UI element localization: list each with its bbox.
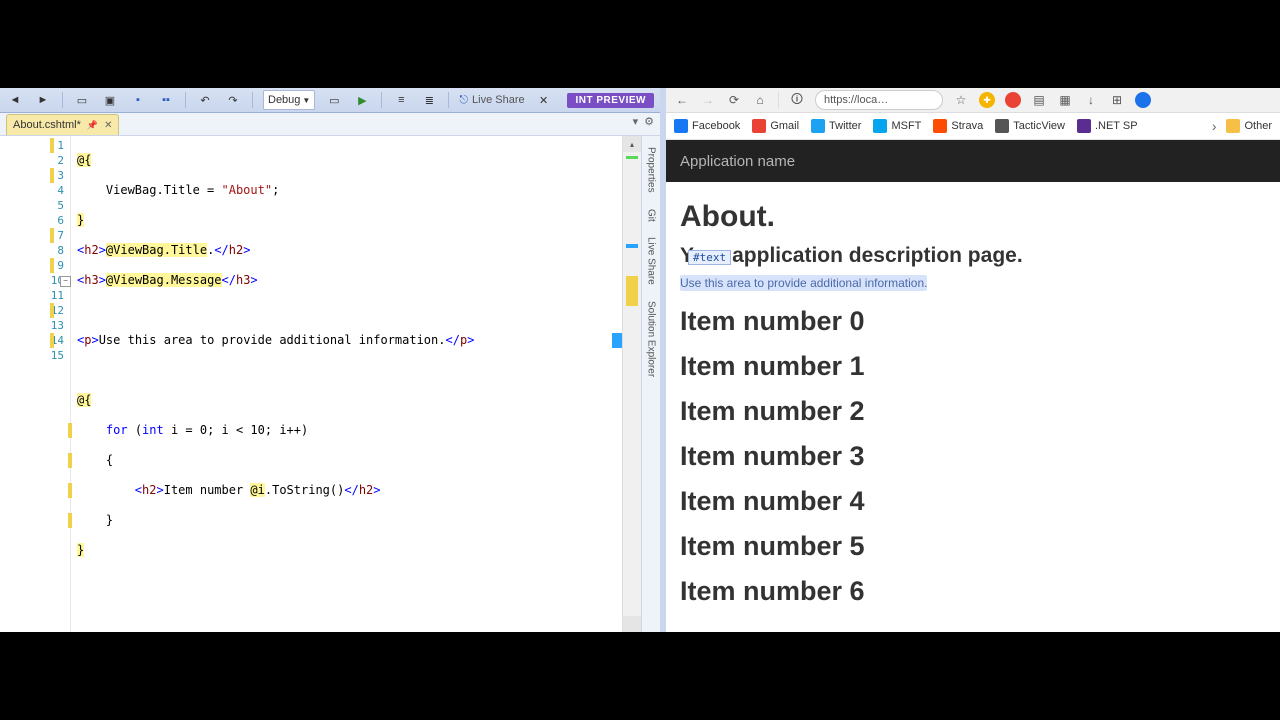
pin-icon[interactable]: 📌 <box>87 120 98 131</box>
run-icon[interactable]: ▶ <box>353 91 371 109</box>
item-heading-6: Item number 6 <box>680 576 1266 607</box>
ext-icon-4[interactable]: ▦ <box>1057 92 1073 108</box>
document-tab-about[interactable]: About.cshtml* 📌 ✕ <box>6 114 119 135</box>
nav-fwd-icon[interactable]: ► <box>34 91 52 109</box>
tab-filename: About.cshtml* <box>13 119 81 131</box>
bookmarks-overflow-icon[interactable]: › <box>1212 118 1217 134</box>
browser-back-icon[interactable]: ← <box>674 92 690 108</box>
fold-icon[interactable]: − <box>60 276 71 287</box>
bookmark-other-folder[interactable]: Other <box>1226 119 1272 133</box>
tab-overflow-icon[interactable]: ▾ <box>633 115 639 128</box>
undo-icon[interactable]: ↶ <box>196 91 214 109</box>
vs-editor-pane: ◄ ► ▭ ▣ ▪ ▪▪ ↶ ↷ Debug ▼ ▭ ▶ ≡ ≣ ⎋Live S… <box>0 88 660 632</box>
item-heading-0: Item number 0 <box>680 306 1266 337</box>
live-share-tab[interactable]: Live Share <box>644 230 659 292</box>
bookmark-tacticview[interactable]: TacticView <box>995 119 1065 133</box>
caret-indicator <box>612 333 622 348</box>
live-share-button[interactable]: ⎋Live Share <box>459 94 524 107</box>
open-icon[interactable]: ▣ <box>101 91 119 109</box>
bookmark-twitter[interactable]: Twitter <box>811 119 861 133</box>
platform-icon[interactable]: ▭ <box>325 91 343 109</box>
bookmarks-bar: Facebook Gmail Twitter MSFT Strava Tacti… <box>666 113 1280 140</box>
bookmark-facebook[interactable]: Facebook <box>674 119 740 133</box>
git-tab[interactable]: Git <box>644 202 659 229</box>
page-content: About. Your application description page… <box>666 182 1280 632</box>
editor-vertical-scrollbar[interactable]: ▴ <box>622 136 641 632</box>
browser-fwd-icon[interactable]: → <box>700 92 716 108</box>
folder-icon <box>1226 119 1240 133</box>
inspector-badge: #text <box>688 250 731 265</box>
highlighted-paragraph: Use this area to provide additional info… <box>680 275 927 291</box>
browser-preview-pane: ← → ⟳ ⌂ 🛈 https://loca… ☆ ✚ ▤ ▦ ↓ ⊞ Face… <box>666 88 1280 632</box>
misc-icon-1[interactable]: ≡ <box>392 91 410 109</box>
new-file-icon[interactable]: ▭ <box>73 91 91 109</box>
browser-home-icon[interactable]: ⌂ <box>752 92 768 108</box>
close-tab-icon[interactable]: ✕ <box>104 120 112 131</box>
solution-explorer-tab[interactable]: Solution Explorer <box>644 294 659 384</box>
browser-reload-icon[interactable]: ⟳ <box>726 92 742 108</box>
live-share-close-icon[interactable]: ✕ <box>535 91 553 109</box>
int-preview-badge[interactable]: INT PREVIEW <box>567 93 654 108</box>
bookmark-msft[interactable]: MSFT <box>873 119 921 133</box>
line-number-gutter: 1 2 3 4 5 6 7 8 9 −10 11 12 13 14 15 <box>0 136 71 632</box>
ext-icon-3[interactable]: ▤ <box>1031 92 1047 108</box>
item-heading-3: Item number 3 <box>680 441 1266 472</box>
scroll-up-icon[interactable]: ▴ <box>623 136 641 152</box>
misc-icon-2[interactable]: ≣ <box>420 91 438 109</box>
page-subtitle: Your application description page. #text <box>680 244 1023 268</box>
browser-toolbar: ← → ⟳ ⌂ 🛈 https://loca… ☆ ✚ ▤ ▦ ↓ ⊞ <box>666 88 1280 113</box>
address-bar[interactable]: https://loca… <box>815 90 943 110</box>
code-editor[interactable]: 1 2 3 4 5 6 7 8 9 −10 11 12 13 14 15 @{ … <box>0 136 660 632</box>
item-heading-5: Item number 5 <box>680 531 1266 562</box>
ext-icon-6[interactable]: ⊞ <box>1109 92 1125 108</box>
bookmark-dotnet-sp[interactable]: .NET SP <box>1077 119 1138 133</box>
bookmark-gmail[interactable]: Gmail <box>752 119 799 133</box>
rendered-page[interactable]: Application name About. Your application… <box>666 140 1280 632</box>
live-share-icon: ⎋ <box>459 94 468 107</box>
save-icon[interactable]: ▪ <box>129 91 147 109</box>
site-info-icon[interactable]: 🛈 <box>789 92 805 108</box>
save-all-icon[interactable]: ▪▪ <box>157 91 175 109</box>
bookmark-strava[interactable]: Strava <box>933 119 983 133</box>
ext-icon-5[interactable]: ↓ <box>1083 92 1099 108</box>
code-text[interactable]: @{ ViewBag.Title = "About"; } <h2>@ViewB… <box>71 136 622 632</box>
brand-label[interactable]: Application name <box>680 153 795 170</box>
ext-icon-2[interactable] <box>1005 92 1021 108</box>
item-heading-4: Item number 4 <box>680 486 1266 517</box>
tab-settings-icon[interactable]: ⚙ <box>644 115 654 128</box>
nav-back-icon[interactable]: ◄ <box>6 91 24 109</box>
site-navbar: Application name <box>666 140 1280 182</box>
properties-tab[interactable]: Properties <box>644 140 659 200</box>
document-tabstrip: About.cshtml* 📌 ✕ ▾ ⚙ <box>0 113 660 136</box>
redo-icon[interactable]: ↷ <box>224 91 242 109</box>
tool-window-tabs: Properties Git Live Share Solution Explo… <box>641 136 660 632</box>
item-heading-1: Item number 1 <box>680 351 1266 382</box>
ext-icon-1[interactable]: ✚ <box>979 92 995 108</box>
vs-toolbar: ◄ ► ▭ ▣ ▪ ▪▪ ↶ ↷ Debug ▼ ▭ ▶ ≡ ≣ ⎋Live S… <box>0 88 660 113</box>
bookmark-star-icon[interactable]: ☆ <box>953 92 969 108</box>
configuration-dropdown[interactable]: Debug ▼ <box>263 90 315 110</box>
item-heading-2: Item number 2 <box>680 396 1266 427</box>
profile-avatar-icon[interactable] <box>1135 92 1151 108</box>
page-title: About. <box>680 200 1266 234</box>
